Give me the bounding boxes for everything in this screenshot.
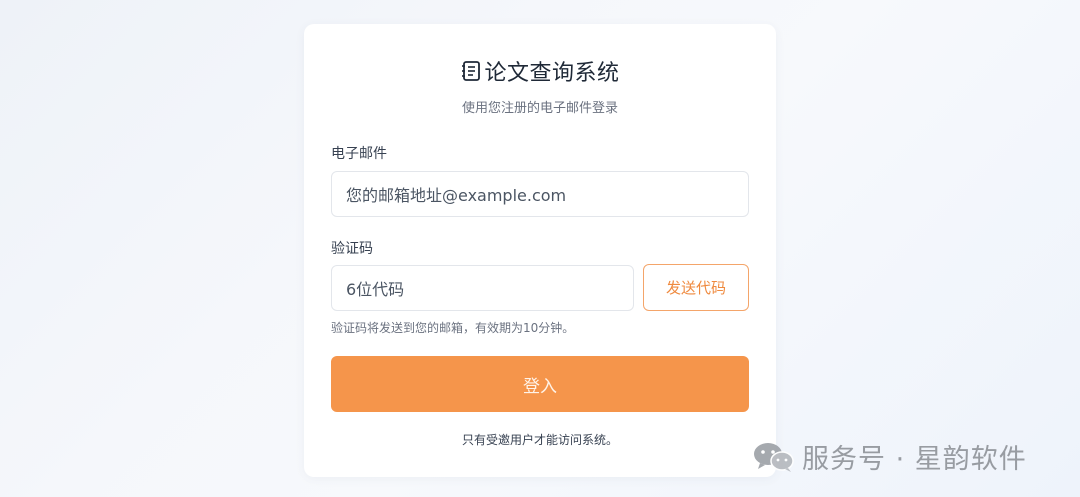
send-code-button[interactable]: 发送代码 [643, 264, 749, 311]
email-label: 电子邮件 [331, 146, 387, 162]
notebook-icon [460, 59, 482, 83]
page-subtitle: 使用您注册的电子邮件登录 [461, 101, 618, 116]
code-placeholder: 6位代码 [346, 280, 405, 299]
title-row: 论文查询系统 [304, 56, 776, 86]
wechat-icon [752, 440, 796, 474]
code-hint: 验证码将发送到您的邮箱，有效期为10分钟。 [331, 321, 575, 335]
code-field[interactable]: 6位代码 [331, 265, 634, 311]
watermark-text: 服务号 · 星韵软件 [802, 444, 1027, 475]
login-card: 论文查询系统 使用您注册的电子邮件登录 电子邮件 您的邮箱地址@example.… [304, 24, 776, 477]
email-placeholder: 您的邮箱地址@example.com [346, 186, 567, 205]
page-title: 论文查询系统 [484, 61, 620, 86]
email-field[interactable]: 您的邮箱地址@example.com [331, 171, 749, 217]
invite-only-note: 只有受邀用户才能访问系统。 [461, 433, 618, 447]
watermark: 服务号 · 星韵软件 [752, 437, 1027, 476]
login-button[interactable]: 登入 [331, 356, 749, 412]
code-label: 验证码 [331, 241, 373, 257]
